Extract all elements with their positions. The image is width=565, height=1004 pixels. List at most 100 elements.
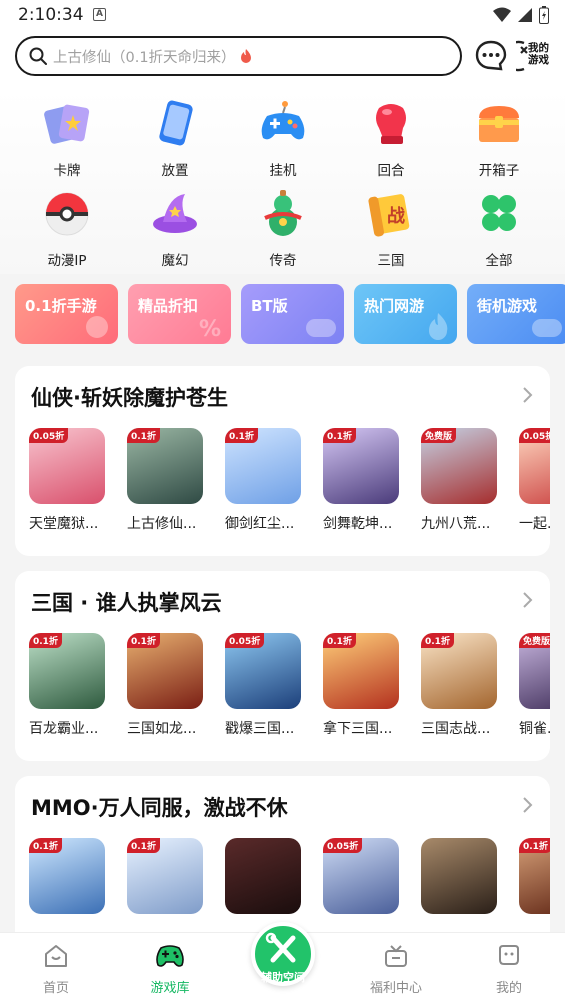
category-anime-ip[interactable]: 动漫IP (27, 188, 107, 269)
game-item[interactable]: 免费版 九州八荒... (421, 428, 497, 533)
gamepad-icon (156, 945, 184, 967)
game-name: 一起... (519, 516, 550, 532)
chip-discount-01[interactable]: 0.1折手游 (15, 284, 118, 344)
nav-label: 福利中心 (369, 981, 422, 996)
category-all[interactable]: 全部 (459, 188, 539, 269)
game-icon: 0.05折 (323, 838, 399, 914)
discount-badge: 0.05折 (519, 428, 550, 443)
flame-icon (429, 313, 448, 340)
section-title: 仙侠·斩妖除魔护苍生 (31, 386, 228, 410)
flame-icon (240, 48, 251, 63)
game-item[interactable]: 0.1折三国如龙... (127, 633, 203, 738)
discount-badge: 0.1折 (225, 428, 258, 443)
search-placeholder: 上古修仙（0.1折天命归来） (53, 49, 236, 66)
category-idle[interactable]: 放置 (135, 98, 215, 179)
game-icon: 免费版 (421, 428, 497, 504)
game-name: 天堂魔狱... (29, 516, 99, 532)
game-item[interactable]: 免费版铜雀... (519, 633, 550, 738)
nav-mine[interactable]: 我的 (469, 943, 549, 996)
discount-badge: 0.1折 (29, 838, 62, 853)
chip-bt-version[interactable]: BT版 (241, 284, 344, 344)
discount-badge: 0.1折 (323, 633, 356, 648)
quick-filter-chips: 0.1折手游 精品折扣 % BT版 热门网游 街机游戏 (15, 284, 565, 344)
treasure-chest-icon (479, 106, 519, 142)
assist-space-label: 辅助空间 (261, 971, 305, 984)
chip-arcade[interactable]: 街机游戏 (467, 284, 565, 344)
chevron-right-icon[interactable] (522, 591, 534, 609)
nav-welfare[interactable]: 福利中心 (356, 943, 436, 996)
game-item[interactable]: 0.1折 (519, 838, 550, 914)
game-item[interactable]: 0.05折一起... (519, 428, 550, 533)
wifi-icon (493, 7, 511, 22)
game-icon: 0.05折 (519, 428, 550, 504)
pokeball-icon (45, 192, 89, 236)
category-legend[interactable]: 传奇 (243, 188, 323, 269)
game-item[interactable] (421, 838, 497, 914)
game-icon: 0.05折 (225, 633, 301, 709)
discount-badge: 0.1折 (127, 428, 160, 443)
game-item[interactable]: 0.05折天堂魔狱... (29, 428, 105, 533)
coin-icon (86, 316, 108, 338)
status-icons (493, 6, 549, 24)
chevron-right-icon[interactable] (522, 386, 534, 404)
nav-game-library[interactable]: 游戏库 (130, 943, 210, 996)
category-open-box[interactable]: 开箱子 (459, 98, 539, 179)
game-item[interactable]: 0.1折 百龙霸业... (29, 633, 105, 738)
chevron-right-icon[interactable] (522, 796, 534, 814)
game-item[interactable]: 0.1折拿下三国... (323, 633, 399, 738)
category-three-kingdoms[interactable]: 战 三国 (351, 188, 431, 269)
category-fantasy[interactable]: 魔幻 (135, 188, 215, 269)
category-cards[interactable]: 卡牌 (27, 98, 107, 179)
my-games-button[interactable]: 我的游戏 (503, 38, 554, 74)
nav-home[interactable]: 首页 (16, 943, 96, 996)
chip-label: BT版 (251, 297, 288, 315)
discount-badge: 0.1折 (519, 838, 550, 853)
game-icon: 0.1折 (127, 838, 203, 914)
game-item[interactable]: 0.1折 (29, 838, 105, 914)
status-time: 2:10:34 (18, 5, 84, 25)
category-label: 魔幻 (161, 253, 189, 269)
chip-premium-discount[interactable]: 精品折扣 % (128, 284, 231, 344)
nav-label: 游戏库 (150, 981, 190, 996)
discount-badge: 0.05折 (225, 633, 265, 648)
game-item[interactable]: 0.1折御剑红尘... (225, 428, 301, 533)
category-label: 挂机 (269, 163, 297, 179)
game-name: 拿下三国... (323, 721, 393, 737)
category-label: 回合 (377, 163, 405, 179)
discount-badge: 免费版 (519, 633, 550, 648)
svg-text:%: % (199, 317, 221, 340)
percent-icon: % (199, 317, 221, 340)
game-name: 三国如龙... (127, 721, 197, 737)
assist-space-button[interactable]: 辅助空间 (251, 922, 315, 986)
battery-icon (539, 6, 549, 24)
chip-hot-online[interactable]: 热门网游 (354, 284, 457, 344)
game-item[interactable]: 0.05折 戳爆三国... (225, 633, 301, 738)
nav-label: 我的 (495, 981, 522, 996)
search-bar[interactable]: 上古修仙（0.1折天命归来） (15, 36, 462, 76)
game-icon: 0.1折 (29, 633, 105, 709)
clover-icon (482, 195, 516, 231)
section-xianxia: 仙侠·斩妖除魔护苍生 0.05折天堂魔狱... 0.1折 上古修仙... 0.1折… (15, 366, 550, 556)
category-label: 卡牌 (53, 163, 81, 179)
game-item[interactable]: 0.1折 剑舞乾坤... (323, 428, 399, 533)
status-bar: 2:10:34 A (0, 0, 565, 30)
discount-badge: 0.1折 (127, 633, 160, 648)
chip-label: 精品折扣 (138, 297, 199, 315)
message-icon[interactable] (473, 38, 509, 74)
game-item[interactable] (225, 838, 301, 914)
battle-scroll-icon: 战 (368, 194, 410, 237)
category-afk[interactable]: 挂机 (243, 98, 323, 179)
game-item[interactable]: 0.1折 上古修仙... (127, 428, 203, 533)
game-icon: 0.05折 (29, 428, 105, 504)
tv-gift-icon (385, 945, 407, 967)
gourd-icon (264, 190, 302, 236)
game-name: 御剑红尘... (225, 516, 295, 532)
game-item[interactable]: 0.1折 (127, 838, 203, 914)
category-turn-based[interactable]: 回合 (351, 98, 431, 179)
game-item[interactable]: 0.05折 (323, 838, 399, 914)
game-item[interactable]: 0.1折 三国志战... (421, 633, 497, 738)
game-icon: 0.1折 (127, 428, 203, 504)
search-icon (29, 47, 47, 65)
game-icon: 0.1折 (225, 428, 301, 504)
game-icon: 免费版 (519, 633, 550, 709)
